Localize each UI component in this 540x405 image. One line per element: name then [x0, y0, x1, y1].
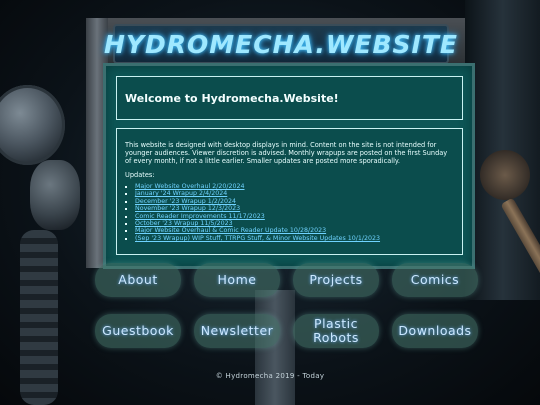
nav-guestbook-label: Guestbook [102, 323, 174, 338]
gear-illustration [480, 150, 530, 200]
nav-comics-label: Comics [410, 272, 460, 287]
nav-home-label: Home [217, 272, 257, 287]
update-link[interactable]: October '23 Wrapup 11/5/2023 [135, 220, 233, 227]
updates-list: Major Website Overhaul 2/20/2024 January… [117, 183, 462, 242]
nav-newsletter-label: Newsletter [200, 323, 274, 338]
site-title: HYDROMECHA.WEBSITE [104, 29, 458, 59]
list-item: November '23 Wrapup 12/3/2023 [135, 205, 462, 212]
list-item: Comic Reader Improvements 11/17/2023 [135, 213, 462, 220]
nav-home-button[interactable]: Home [194, 263, 280, 297]
update-link[interactable]: November '23 Wrapup 12/3/2023 [135, 205, 240, 212]
nav-guestbook-button[interactable]: Guestbook [95, 314, 181, 348]
welcome-heading: Welcome to Hydromecha.Website! [125, 91, 339, 105]
welcome-panel: Welcome to Hydromecha.Website! [116, 76, 463, 120]
update-link[interactable]: December '23 Wrapup 1/2/2024 [135, 198, 236, 205]
pressure-gauge-illustration [0, 85, 65, 165]
update-link[interactable]: (Sep '23 Wrapup) WIP Stuff, TTRPG Stuff,… [135, 235, 380, 242]
nav-comics-button[interactable]: Comics [392, 263, 478, 297]
nav-projects-label: Projects [309, 272, 363, 287]
site-banner: HYDROMECHA.WEBSITE [104, 24, 457, 64]
content-panel: This website is designed with desktop di… [116, 128, 463, 255]
update-link[interactable]: Comic Reader Improvements 11/17/2023 [135, 213, 265, 220]
list-item: January '24 Wrapup 2/4/2024 [135, 190, 462, 197]
nav-about-button[interactable]: About [95, 263, 181, 297]
list-item: October '23 Wrapup 11/5/2023 [135, 220, 462, 227]
update-link[interactable]: Major Website Overhaul & Comic Reader Up… [135, 227, 326, 234]
nav-plastic-robots-label: Plastic Robots [313, 316, 359, 345]
main-screen: Welcome to Hydromecha.Website! This webs… [103, 63, 475, 269]
intro-text: This website is designed with desktop di… [125, 141, 448, 165]
update-link[interactable]: January '24 Wrapup 2/4/2024 [135, 190, 227, 197]
nav-projects-button[interactable]: Projects [293, 263, 379, 297]
nav-about-label: About [118, 272, 158, 287]
list-item: Major Website Overhaul 2/20/2024 [135, 183, 462, 190]
nav-plastic-robots-button[interactable]: Plastic Robots [293, 314, 379, 348]
list-item: (Sep '23 Wrapup) WIP Stuff, TTRPG Stuff,… [135, 235, 462, 242]
list-item: December '23 Wrapup 1/2/2024 [135, 198, 462, 205]
nav-newsletter-button[interactable]: Newsletter [194, 314, 280, 348]
list-item: Major Website Overhaul & Comic Reader Up… [135, 227, 462, 234]
valve-illustration [30, 160, 80, 230]
nav-downloads-button[interactable]: Downloads [392, 314, 478, 348]
footer-copyright: © Hydromecha 2019 - Today [215, 372, 325, 380]
nav-downloads-label: Downloads [398, 323, 472, 338]
updates-label: Updates: [125, 171, 155, 179]
update-link[interactable]: Major Website Overhaul 2/20/2024 [135, 183, 245, 190]
